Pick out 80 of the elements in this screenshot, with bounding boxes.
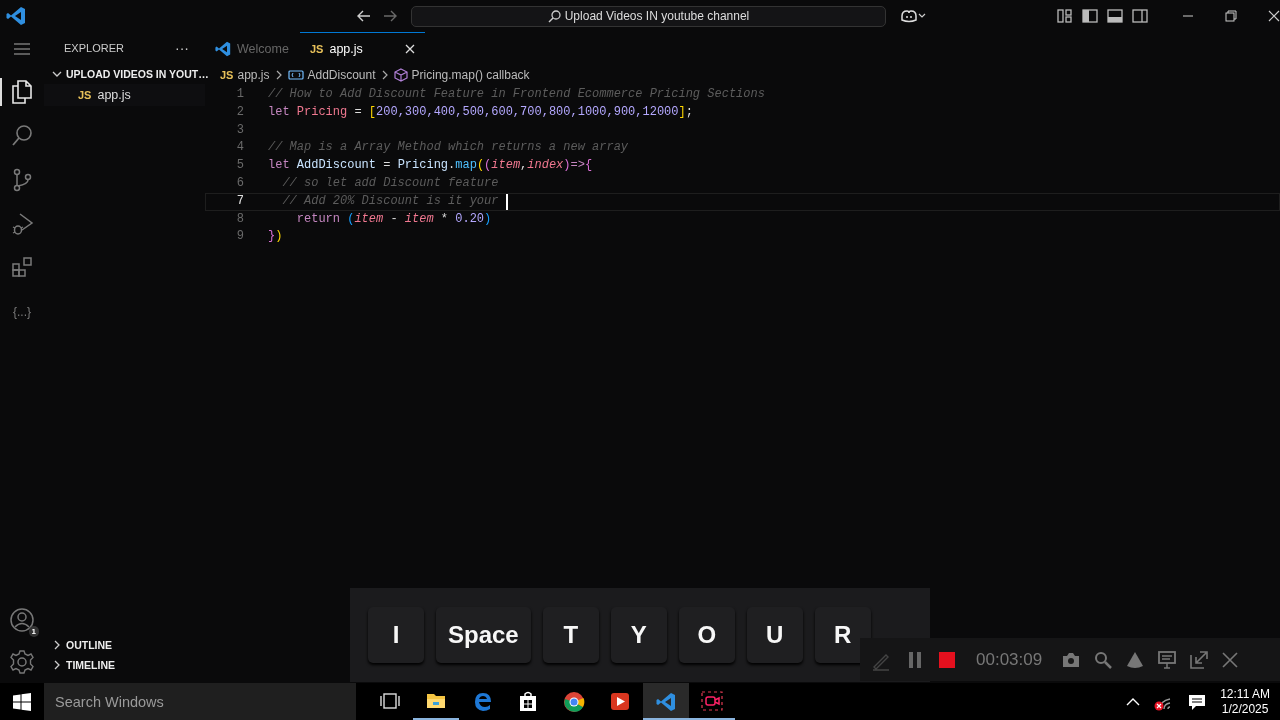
js-file-icon: JS [78, 89, 92, 101]
account-badge: 1 [28, 626, 39, 637]
vscode-logo-icon [6, 6, 26, 26]
line-number: 3 [235, 121, 244, 139]
files-icon[interactable] [10, 79, 34, 105]
secondary-sidebar-icon[interactable] [1132, 9, 1148, 23]
layout-icon[interactable] [1057, 9, 1073, 23]
minimize-to-corner-icon[interactable] [1190, 650, 1209, 669]
notifications-icon[interactable] [1188, 692, 1207, 711]
key-cap: R [814, 607, 871, 663]
chevron-up-icon[interactable] [1126, 696, 1141, 707]
pause-icon[interactable] [906, 650, 924, 669]
camera-icon[interactable] [1062, 651, 1081, 668]
back-arrow-icon[interactable] [357, 10, 371, 22]
key-cap: Y [610, 607, 667, 663]
key-cap: Space [436, 607, 531, 663]
windows-start-icon[interactable] [13, 692, 31, 711]
explorer-title: EXPLORER [64, 42, 124, 54]
js-file-icon: JS [310, 43, 324, 55]
breadcrumb-item[interactable]: AddDiscount [287, 68, 376, 82]
code-line: // Add 20% Discount is it your [281, 192, 500, 210]
file-item[interactable]: JS app.js [44, 84, 205, 106]
stop-icon[interactable] [938, 650, 956, 669]
code-line: // How to Add Discount Feature in Frontend Ecommerce Pricing Sections [268, 86, 765, 103]
line-number: 2 [235, 103, 244, 121]
code-line: }) [268, 228, 283, 246]
recording-timer: 00:03:09 [976, 649, 1043, 670]
taskbar-app[interactable] [643, 683, 689, 720]
store-icon [517, 689, 539, 712]
cube-icon [393, 68, 408, 82]
editor-tab[interactable]: Welcome [205, 32, 300, 65]
key-cap: O [678, 607, 735, 663]
vscode-logo-icon [215, 40, 231, 57]
key-cap: T [542, 607, 599, 663]
code-line: return (item - item * 0.20) [295, 210, 492, 228]
windows-search-field[interactable]: Search Windows [44, 683, 356, 720]
code-line: let Pricing = [200,300,400,500,600,700,800,1000,900,12000]; [268, 103, 693, 121]
cone-icon[interactable] [1126, 650, 1145, 669]
clock-time: 12:11 AM [1220, 686, 1270, 702]
run-debug-icon[interactable] [10, 211, 34, 237]
panel-icon[interactable] [1107, 9, 1123, 23]
copilot-icon[interactable] [900, 9, 926, 23]
breadcrumb-item[interactable]: Pricing.map() callback [393, 68, 530, 82]
variable-icon [287, 69, 304, 81]
account-icon[interactable] [9, 607, 35, 633]
command-search-field[interactable]: Upload Videos IN youtube channel [411, 5, 886, 27]
primary-sidebar-icon[interactable] [1082, 9, 1098, 23]
search-icon [547, 9, 561, 23]
chevron-right-icon [274, 70, 283, 80]
code-line: // Map is a Array Method which returns a new array [268, 139, 629, 157]
menu-icon[interactable] [13, 42, 31, 56]
clock-date: 1/2/2025 [1221, 701, 1269, 717]
settings-icon[interactable] [9, 649, 35, 675]
line-number: 6 [235, 175, 244, 192]
key-cap: U [746, 607, 803, 663]
close-icon[interactable] [1268, 10, 1280, 22]
file-name: app.js [97, 88, 131, 102]
breadcrumb-item[interactable]: JS app.js [220, 68, 270, 82]
section-header[interactable]: OUTLINE [44, 635, 205, 655]
chevron-right-icon [380, 70, 389, 80]
forward-arrow-icon[interactable] [383, 10, 397, 22]
line-number: 1 [235, 86, 244, 103]
zoom-icon[interactable] [1094, 650, 1113, 669]
code-line: let AddDiscount = Pricing.map((item,index)=>{ [268, 157, 593, 175]
chrome-icon [563, 689, 585, 712]
line-number: 5 [235, 157, 244, 175]
js-file-icon: JS [220, 69, 234, 81]
line-number: 8 [235, 210, 244, 228]
more-actions-button[interactable]: ··· [175, 40, 189, 56]
line-number: 7 [235, 192, 244, 210]
key-cap: I [368, 607, 424, 663]
clock[interactable]: 12:11 AM 1/2/2025 [1220, 686, 1270, 717]
code-line: // so let add Discount feature [281, 175, 499, 192]
restore-icon[interactable] [1225, 10, 1237, 22]
line-number: 4 [235, 139, 244, 157]
section-header[interactable]: TIMELINE [44, 655, 205, 675]
json-braces-icon[interactable]: {...} [13, 305, 31, 319]
whiteboard-icon[interactable] [1158, 650, 1177, 669]
screen-recorder-icon [701, 689, 723, 712]
line-number: 9 [235, 228, 244, 246]
